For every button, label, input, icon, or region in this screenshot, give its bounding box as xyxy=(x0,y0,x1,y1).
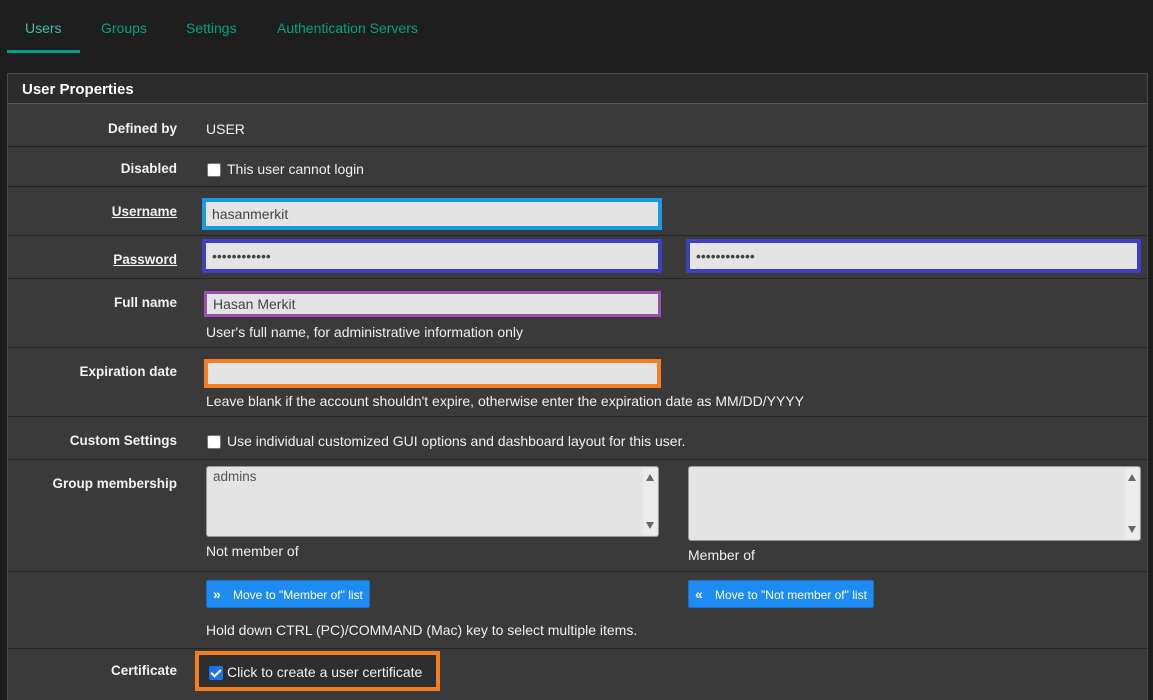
password-input[interactable] xyxy=(206,243,658,269)
row-custom-settings: Custom Settings Use individual customize… xyxy=(8,417,1147,460)
full-name-label: Full name xyxy=(113,295,177,310)
disabled-checkbox-label: This user cannot login xyxy=(227,161,364,177)
password-highlight xyxy=(202,239,662,273)
double-chevron-right-icon: » xyxy=(213,586,221,602)
tab-authentication-servers[interactable]: Authentication Servers xyxy=(277,20,418,36)
listbox-scrollbar[interactable] xyxy=(643,468,657,535)
row-password: Password xyxy=(8,236,1147,279)
full-name-input[interactable] xyxy=(207,294,658,314)
member-of-caption: Member of xyxy=(688,547,755,563)
panel-title: User Properties xyxy=(22,81,134,98)
certificate-checkbox[interactable] xyxy=(209,666,223,680)
move-to-member-label: Move to "Member of" list xyxy=(233,588,363,602)
move-to-not-member-label: Move to "Not member of" list xyxy=(715,588,867,602)
row-group-membership: Group membership admins Not member of Me… xyxy=(8,460,1147,572)
panel-header: User Properties xyxy=(8,74,1147,104)
row-move-buttons: » Move to "Member of" list « Move to "No… xyxy=(8,572,1147,649)
row-expiration-date: Expiration date Leave blank if the accou… xyxy=(8,348,1147,417)
multi-select-help: Hold down CTRL (PC)/COMMAND (Mac) key to… xyxy=(206,622,638,638)
expiration-date-label: Expiration date xyxy=(79,364,177,379)
move-to-member-button[interactable]: » Move to "Member of" list xyxy=(206,580,370,608)
defined-by-label: Defined by xyxy=(107,121,177,136)
custom-settings-label: Custom Settings xyxy=(69,433,177,448)
tab-groups[interactable]: Groups xyxy=(101,20,147,36)
password-confirm-highlight xyxy=(686,239,1141,273)
expiration-date-highlight xyxy=(204,359,661,388)
defined-by-value: USER xyxy=(206,121,245,137)
tab-settings[interactable]: Settings xyxy=(186,20,237,36)
row-certificate: Certificate Click to create a user certi… xyxy=(8,649,1147,700)
scroll-down-icon[interactable] xyxy=(1128,526,1136,533)
row-full-name: Full name User's full name, for administ… xyxy=(8,279,1147,348)
group-membership-label: Group membership xyxy=(52,476,177,491)
listbox-scrollbar[interactable] xyxy=(1125,468,1139,539)
tab-users[interactable]: Users xyxy=(25,20,62,36)
row-disabled: Disabled This user cannot login xyxy=(8,146,1147,187)
disabled-checkbox[interactable] xyxy=(207,163,221,177)
tab-bar: Users Groups Settings Authentication Ser… xyxy=(0,0,1153,57)
custom-settings-checkbox-label: Use individual customized GUI options an… xyxy=(227,433,686,449)
scroll-down-icon[interactable] xyxy=(646,522,654,529)
expiration-date-input[interactable] xyxy=(208,363,657,384)
username-input[interactable] xyxy=(206,202,658,226)
password-confirm-input[interactable] xyxy=(690,243,1137,269)
row-defined-by: Defined by USER xyxy=(8,104,1147,147)
active-tab-indicator xyxy=(7,50,80,53)
listbox-option[interactable]: admins xyxy=(213,469,257,484)
double-chevron-left-icon: « xyxy=(695,586,703,602)
not-member-of-caption: Not member of xyxy=(206,543,299,559)
move-to-not-member-button[interactable]: « Move to "Not member of" list xyxy=(688,580,874,608)
certificate-label: Certificate xyxy=(110,663,177,678)
certificate-highlight: Click to create a user certificate xyxy=(195,651,440,691)
member-of-listbox[interactable] xyxy=(688,466,1141,541)
full-name-highlight xyxy=(204,291,661,317)
scroll-up-icon[interactable] xyxy=(1128,474,1136,481)
disabled-label: Disabled xyxy=(120,161,177,176)
expiration-date-help: Leave blank if the account shouldn't exp… xyxy=(206,393,805,409)
user-properties-panel: User Properties Defined by USER Disabled… xyxy=(7,73,1148,700)
certificate-checkbox-label: Click to create a user certificate xyxy=(227,664,423,680)
row-username: Username xyxy=(8,187,1147,236)
scroll-up-icon[interactable] xyxy=(646,474,654,481)
username-highlight xyxy=(202,198,662,230)
username-label: Username xyxy=(111,204,177,219)
custom-settings-checkbox[interactable] xyxy=(207,435,221,449)
not-member-of-listbox[interactable]: admins xyxy=(206,466,659,537)
password-label: Password xyxy=(113,252,177,267)
full-name-help: User's full name, for administrative inf… xyxy=(206,324,524,340)
